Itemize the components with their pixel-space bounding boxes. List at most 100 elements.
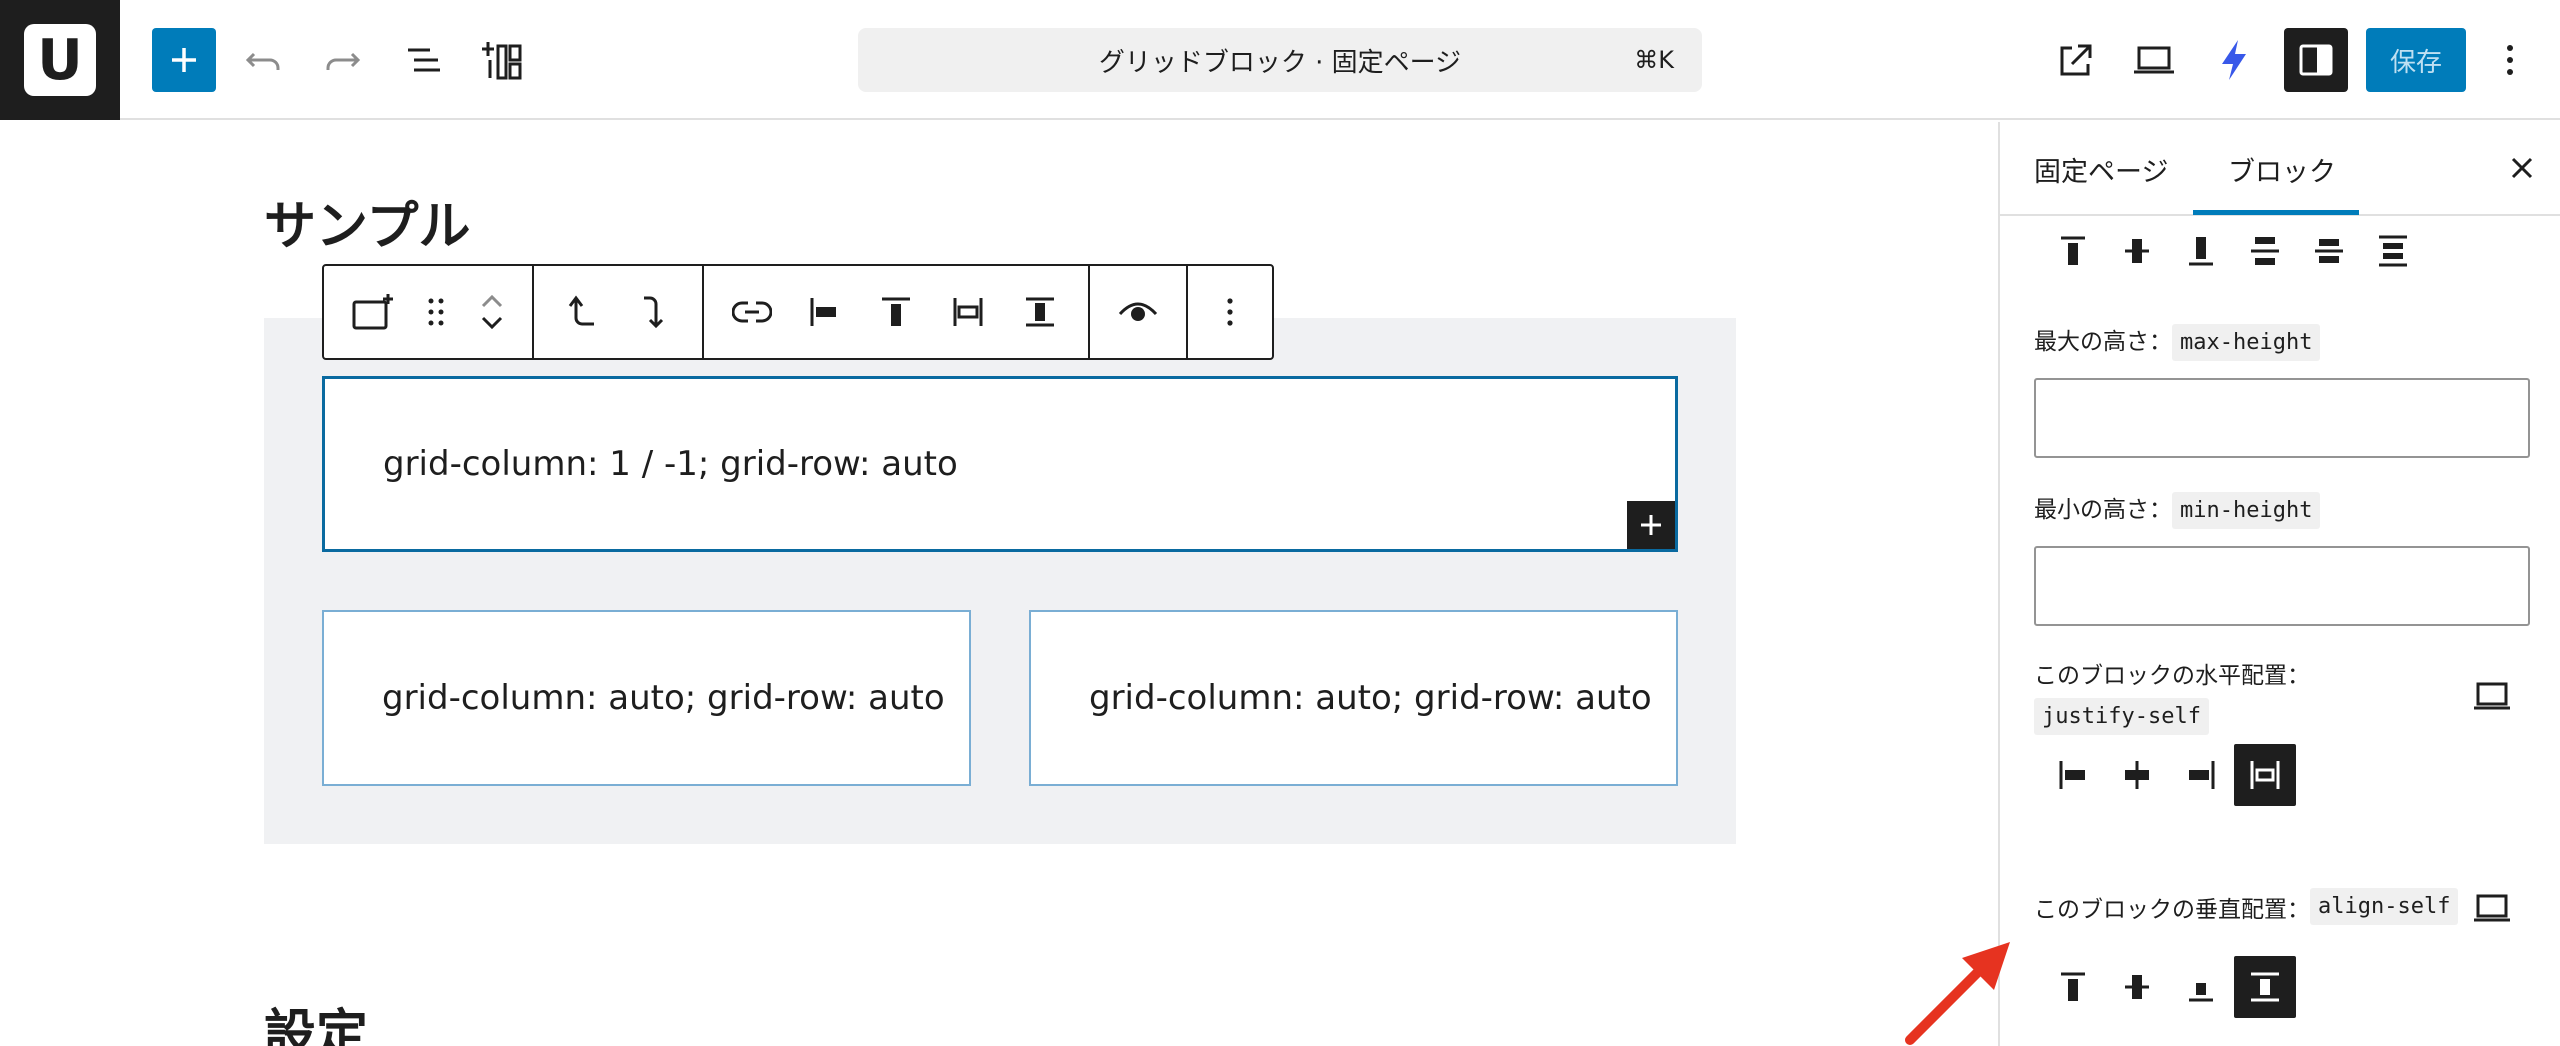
undo-button[interactable] [232, 28, 296, 92]
tab-block[interactable]: ブロック [2228, 150, 2336, 189]
document-overview-button[interactable] [392, 28, 456, 92]
options-menu-button[interactable] [2480, 28, 2540, 92]
inline-add-block-button[interactable] [1627, 501, 1675, 549]
align-self-end-option[interactable] [2170, 956, 2232, 1018]
settings-sidebar: 固定ページ ブロック 最大の高さ： max-height 最小の高さ： min-he… [1998, 122, 2560, 1046]
redo-button[interactable] [310, 28, 374, 92]
grid-cell-left[interactable]: grid-column: auto; grid-row: auto [322, 610, 971, 786]
justify-start-option[interactable] [2042, 744, 2104, 806]
block-patterns-button[interactable] [470, 28, 534, 92]
lightning-icon [2222, 40, 2246, 80]
editor-header: U グリッドブロック · 固定ページ ⌘K 保存 [0, 0, 2560, 120]
justify-start-icon [2059, 761, 2085, 789]
align-device-toggle[interactable] [2468, 884, 2516, 932]
align-center-option[interactable] [2106, 220, 2168, 282]
align-center-icon [2125, 239, 2149, 263]
align-self-code: align-self [2310, 888, 2459, 925]
tab-page[interactable]: 固定ページ [2034, 150, 2168, 189]
drag-handle[interactable] [408, 276, 464, 348]
block-type-button[interactable] [336, 276, 408, 348]
block-patterns-icon [482, 42, 522, 80]
block-options-button[interactable] [1200, 276, 1260, 348]
document-title: グリッドブロック · 固定ページ [1098, 47, 1462, 78]
desktop-icon [2474, 682, 2510, 710]
add-block-button[interactable] [152, 28, 216, 92]
justify-center-icon [2125, 761, 2149, 789]
space-around-option[interactable] [2298, 220, 2360, 282]
select-child-button[interactable] [618, 276, 690, 348]
max-height-code: max-height [2172, 324, 2321, 361]
heading-settings[interactable]: 設定 [264, 992, 368, 1046]
move-block-buttons[interactable] [464, 276, 520, 348]
block-toolbar [322, 264, 1274, 360]
toolbar-group-alignment [704, 266, 1090, 358]
min-height-input[interactable] [2034, 546, 2530, 626]
space-evenly-option[interactable] [2362, 220, 2424, 282]
save-button[interactable]: 保存 [2366, 28, 2466, 92]
justify-stretch-option[interactable] [2234, 744, 2296, 806]
logo-mark: U [24, 24, 96, 96]
align-top-button[interactable] [860, 276, 932, 348]
redo-icon [326, 52, 361, 70]
device-preview-button[interactable] [2122, 28, 2186, 92]
justify-device-toggle[interactable] [2468, 672, 2516, 720]
eye-icon [1118, 302, 1158, 321]
justify-end-option[interactable] [2170, 744, 2232, 806]
align-self-label: このブロックの垂直配置： align-self [2034, 888, 2459, 925]
select-parent-button[interactable] [546, 276, 618, 348]
arrow-up-left-icon [568, 295, 594, 326]
grid-cell-right[interactable]: grid-column: auto; grid-row: auto [1029, 610, 1678, 786]
performance-button[interactable] [2202, 28, 2266, 92]
align-bottom-option[interactable] [2170, 220, 2232, 282]
align-top-icon [882, 297, 910, 326]
space-around-icon [2315, 239, 2343, 263]
link-button[interactable] [716, 276, 788, 348]
align-stretch-button[interactable] [1004, 276, 1076, 348]
command-shortcut: ⌘K [1634, 46, 1674, 74]
command-palette-bar[interactable]: グリッドブロック · 固定ページ ⌘K [858, 28, 1702, 92]
toolbar-group-options [1188, 266, 1272, 358]
justify-end-icon [2189, 761, 2215, 789]
grid-cell-full-width[interactable]: grid-column: 1 / -1; grid-row: auto [322, 376, 1678, 552]
editor-canvas: サンプル grid-column: 1 / -1; grid-row: auto… [0, 122, 1998, 1046]
justify-center-option[interactable] [2106, 744, 2168, 806]
arrow-down-right-icon [644, 296, 664, 329]
min-height-code: min-height [2172, 492, 2321, 529]
close-sidebar-button[interactable] [2502, 148, 2542, 188]
align-self-start-option[interactable] [2042, 956, 2104, 1018]
align-self-center-option[interactable] [2106, 956, 2168, 1018]
space-between-option[interactable] [2234, 220, 2296, 282]
toolbar-group-visibility [1090, 266, 1188, 358]
document-overview-icon [408, 48, 440, 72]
heading-sample[interactable]: サンプル [264, 184, 470, 259]
toolbar-group-block [324, 266, 534, 358]
active-tab-indicator [2193, 210, 2359, 215]
chevron-down-icon [481, 316, 503, 330]
toolbar-group-navigation [534, 266, 704, 358]
justify-stretch-button[interactable] [932, 276, 1004, 348]
max-height-label: 最大の高さ： max-height [2034, 322, 2321, 361]
align-top-option[interactable] [2042, 220, 2104, 282]
align-bottom-icon [2189, 237, 2213, 266]
align-top-icon [2061, 972, 2085, 1001]
justify-self-label-text: このブロックの水平配置： [2034, 663, 2310, 689]
align-stretch-icon [1026, 297, 1054, 327]
view-page-button[interactable] [2044, 28, 2108, 92]
visibility-button[interactable] [1102, 276, 1174, 348]
cell-text: grid-column: 1 / -1; grid-row: auto [383, 444, 958, 484]
more-vertical-icon [2507, 45, 2513, 75]
sidebar-tabs: 固定ページ ブロック [2000, 122, 2560, 216]
align-center-icon [2125, 975, 2149, 999]
settings-sidebar-toggle[interactable] [2284, 28, 2348, 92]
site-logo-button[interactable]: U [0, 0, 120, 120]
annotation-arrow-icon [1905, 942, 2010, 1045]
min-height-label: 最小の高さ： min-height [2034, 490, 2321, 529]
undo-icon [245, 52, 280, 70]
plus-icon [172, 48, 196, 72]
cell-text: grid-column: auto; grid-row: auto [1089, 678, 1652, 718]
justify-start-button[interactable] [788, 276, 860, 348]
max-height-input[interactable] [2034, 378, 2530, 458]
align-stretch-icon [2251, 972, 2279, 1002]
device-preview-icon [2134, 46, 2174, 74]
align-self-stretch-option[interactable] [2234, 956, 2296, 1018]
